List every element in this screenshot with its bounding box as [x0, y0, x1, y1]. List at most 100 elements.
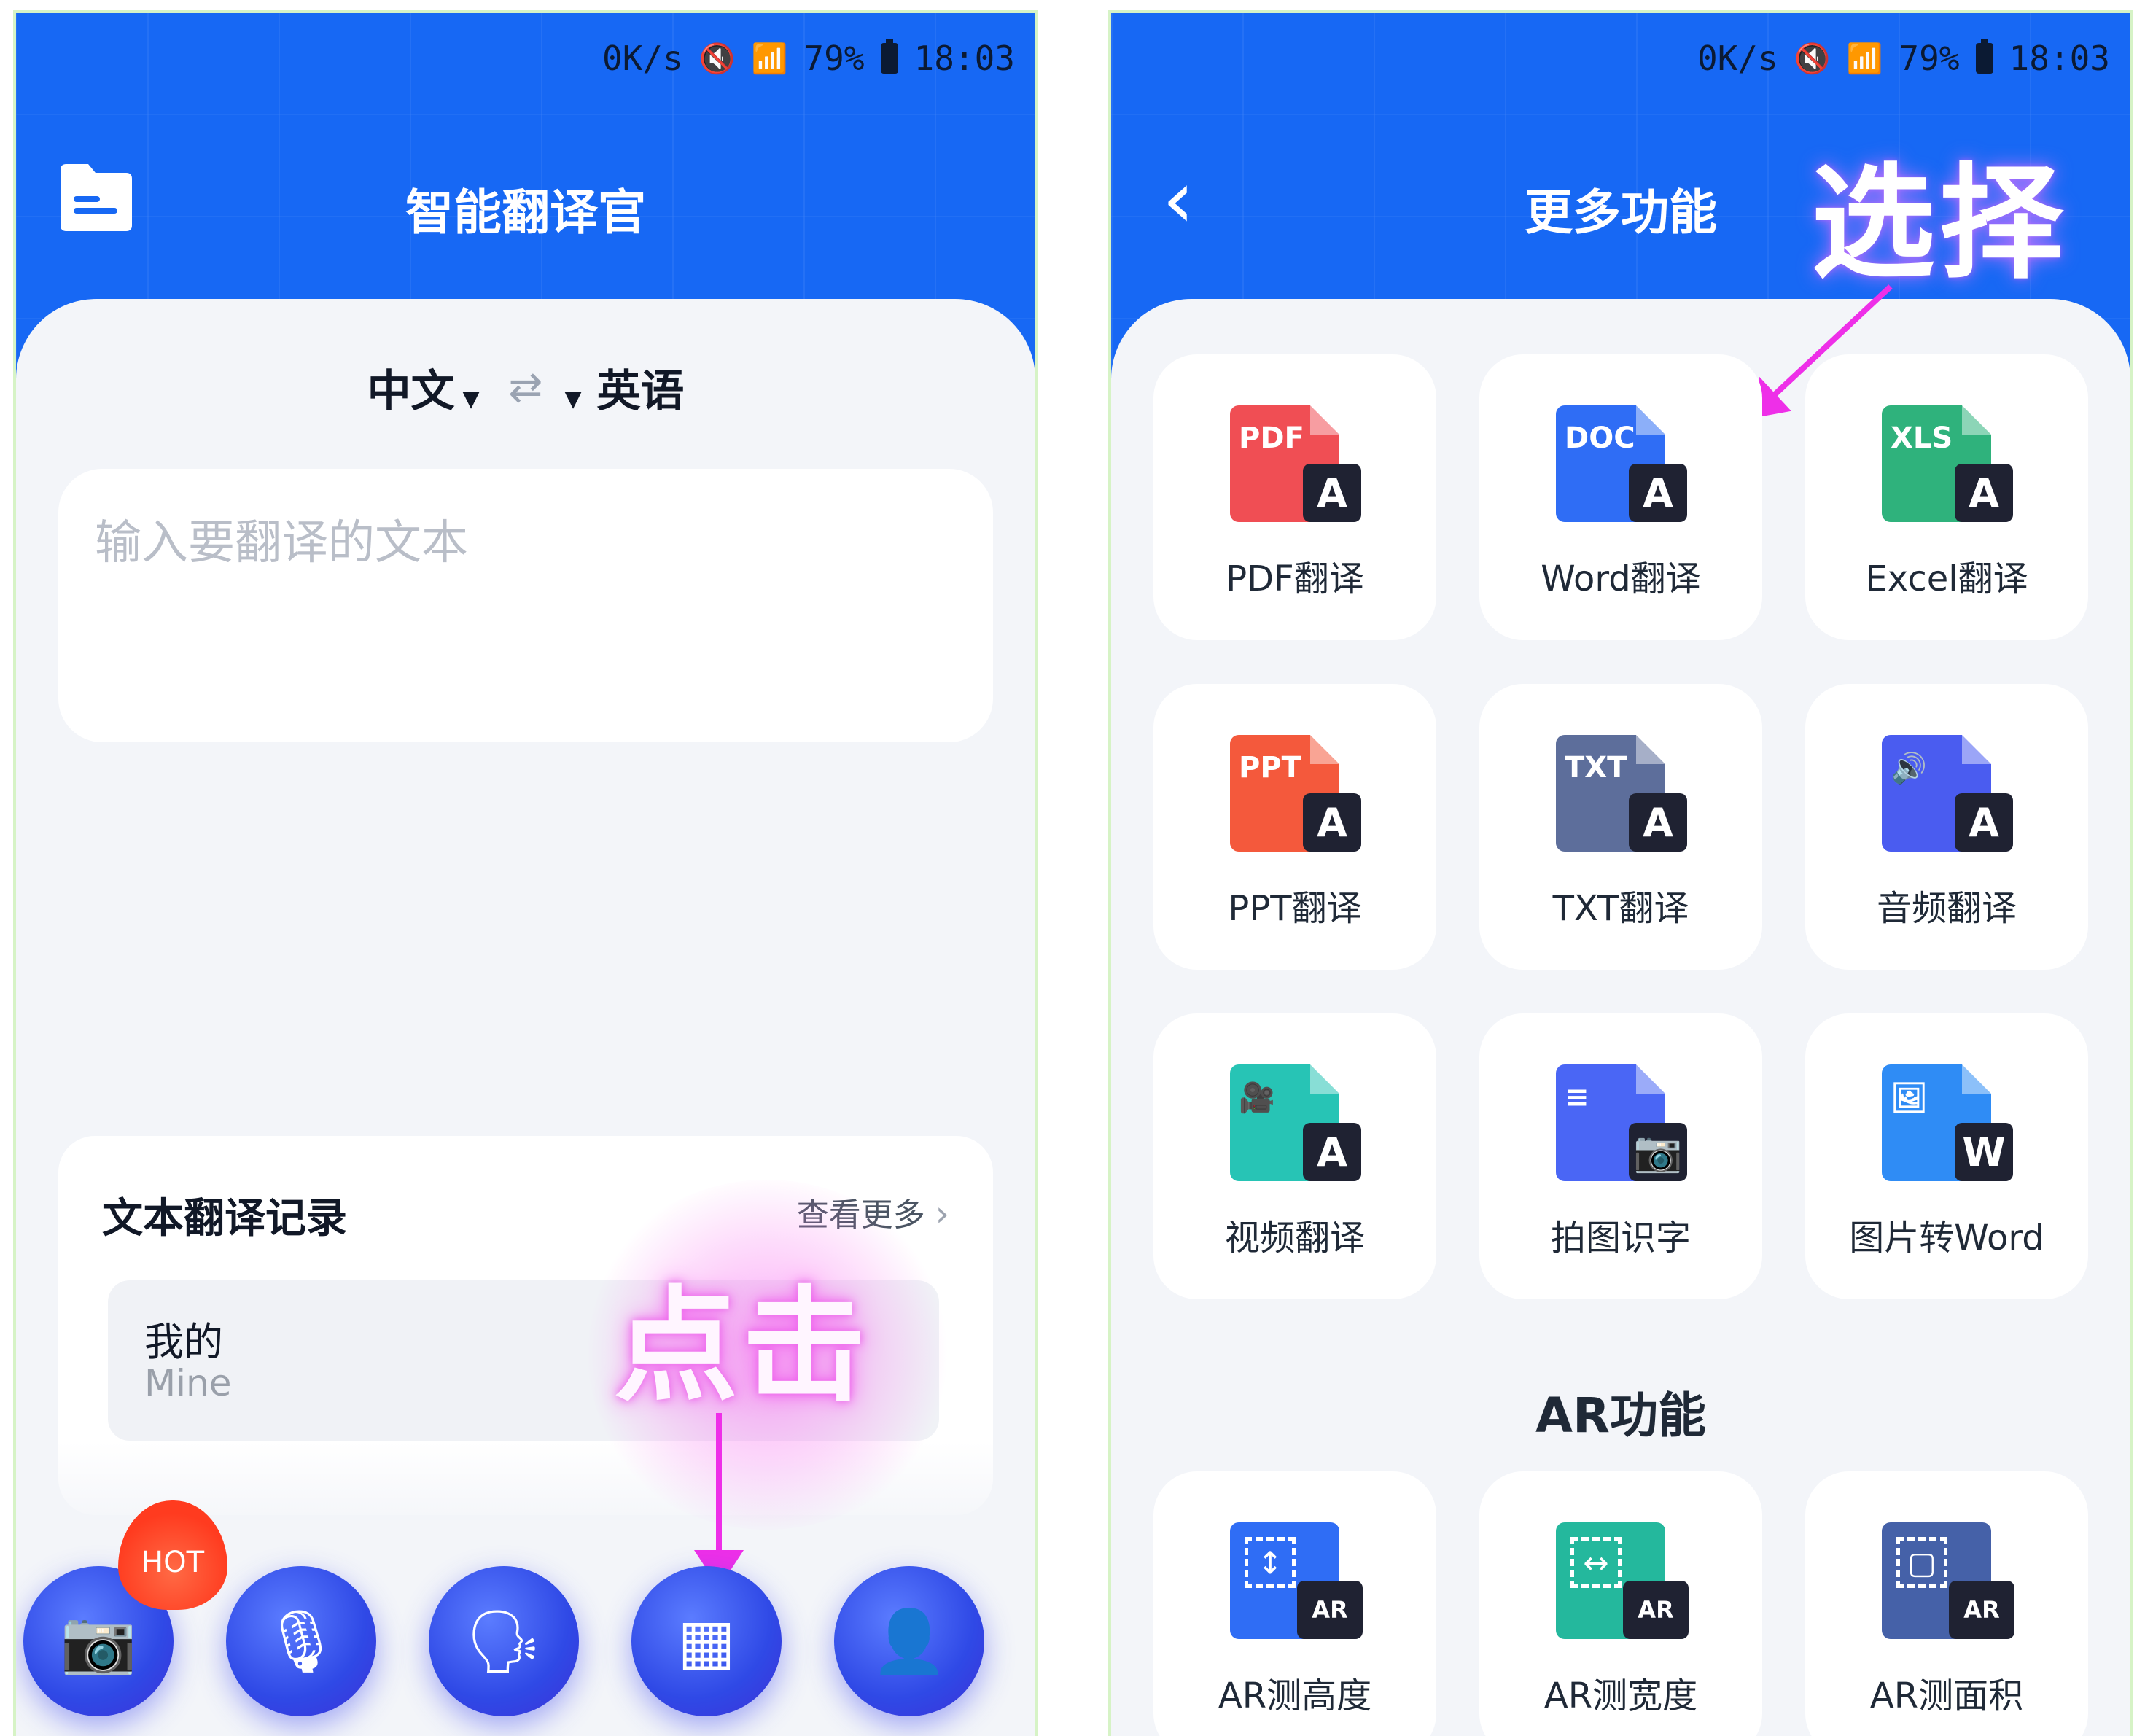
- mute-vibrate-icon: 🔇: [698, 42, 736, 76]
- camera-icon: 📷: [60, 1605, 137, 1677]
- feature-label: Excel翻译: [1865, 558, 2028, 599]
- battery-icon: [1975, 39, 1993, 74]
- translate-badge-icon: A: [1955, 464, 2013, 522]
- voice-person-icon: 🗣: [464, 1605, 543, 1677]
- file-type-text: 🔊: [1891, 752, 1927, 785]
- file-type-text: XLS: [1891, 421, 1953, 455]
- translate-badge-icon: A: [1955, 793, 2013, 852]
- feature-label: 音频翻译: [1876, 888, 2017, 929]
- phone-screen-more: 0K/s 🔇 📶 79% 18:03 ‹ 更多功能 选择 PDF A PDF翻译 DO…: [1111, 13, 2130, 1736]
- file-type-icon: PDF A: [1230, 405, 1361, 522]
- page-fold: [1310, 405, 1339, 435]
- feature-tile[interactable]: 🎥 A 视频翻译: [1153, 1013, 1436, 1299]
- feature-tile[interactable]: 🖼 W 图片转Word: [1805, 1013, 2088, 1299]
- feature-label: AR测宽度: [1543, 1675, 1698, 1716]
- page-fold: [1962, 405, 1991, 435]
- feature-label: TXT翻译: [1552, 888, 1689, 929]
- feature-tile[interactable]: PDF A PDF翻译: [1153, 354, 1436, 640]
- file-type-text: TXT: [1565, 751, 1627, 785]
- target-language[interactable]: ▼ 英语: [564, 356, 685, 419]
- microphone-icon: 🎙: [262, 1605, 340, 1677]
- ar-badge: AR: [1297, 1581, 1363, 1639]
- chevron-right-icon: ›: [935, 1194, 949, 1234]
- ar-measure-icon: ↕ AR: [1230, 1522, 1363, 1639]
- measure-frame-icon: ▢: [1896, 1537, 1947, 1588]
- nav-profile-button[interactable]: 👤: [834, 1566, 984, 1716]
- feature-label: PPT翻译: [1228, 888, 1362, 929]
- page-fold: [1636, 735, 1665, 764]
- ar-section-title: AR功能: [1535, 1387, 1706, 1444]
- page-fold: [1310, 735, 1339, 764]
- caret-down-icon: ▼: [462, 386, 480, 412]
- ar-badge: AR: [1623, 1581, 1689, 1639]
- file-type-icon: 🔊 A: [1882, 735, 2013, 852]
- feature-label: 视频翻译: [1224, 1218, 1365, 1258]
- file-type-icon: XLS A: [1882, 405, 2013, 522]
- feature-tile[interactable]: DOC A Word翻译: [1479, 354, 1762, 640]
- history-item-translation: Mine: [144, 1362, 232, 1404]
- page-fold: [1962, 1064, 1991, 1094]
- page-fold: [1962, 735, 1991, 764]
- feature-label: 拍图识字: [1550, 1218, 1691, 1258]
- file-type-icon: ≡ 📷: [1556, 1064, 1687, 1181]
- target-language-label: 英语: [596, 366, 685, 417]
- translate-badge-icon: A: [1303, 1123, 1361, 1181]
- nav-voice-button[interactable]: 🎙: [226, 1566, 376, 1716]
- feature-tile[interactable]: ≡ 📷 拍图识字: [1479, 1013, 1762, 1299]
- feature-tile[interactable]: XLS A Excel翻译: [1805, 354, 2088, 640]
- file-type-text: PDF: [1239, 421, 1304, 455]
- hot-badge-label: HOT: [141, 1546, 204, 1579]
- file-type-icon: TXT A: [1556, 735, 1687, 852]
- history-title: 文本翻译记录: [102, 1195, 347, 1242]
- feature-tile[interactable]: 🔊 A 音频翻译: [1805, 684, 2088, 970]
- file-type-text: 🎥: [1239, 1081, 1275, 1115]
- wifi-icon: 📶: [1846, 42, 1883, 76]
- translate-badge-icon: A: [1629, 464, 1687, 522]
- network-speed: 0K/s: [1697, 39, 1778, 78]
- caret-down-icon: ▼: [564, 386, 582, 412]
- ar-feature-tile[interactable]: ↔ AR AR测宽度: [1479, 1471, 1762, 1736]
- clock: 18:03: [2009, 39, 2110, 78]
- feature-label: PDF翻译: [1226, 558, 1364, 599]
- swap-icon[interactable]: ⇄: [509, 364, 543, 411]
- page-fold: [1636, 405, 1665, 435]
- translate-badge-icon: A: [1303, 793, 1361, 852]
- battery-percent: 79%: [1899, 39, 1960, 78]
- file-type-icon: DOC A: [1556, 405, 1687, 522]
- hot-badge: HOT: [118, 1500, 227, 1610]
- status-bar: 0K/s 🔇 📶 79% 18:03: [1697, 29, 2110, 87]
- nav-conversation-button[interactable]: 🗣: [429, 1566, 579, 1716]
- translate-badge-icon: A: [1629, 793, 1687, 852]
- annotation-click-label: 点击: [614, 1274, 871, 1419]
- file-type-icon: 🎥 A: [1230, 1064, 1361, 1181]
- translate-badge-icon: 📷: [1629, 1123, 1687, 1181]
- ar-feature-tile[interactable]: ▢ AR AR测面积: [1805, 1471, 2088, 1736]
- history-item-source: 我的: [144, 1319, 223, 1365]
- status-bar: 0K/s 🔇 📶 79% 18:03: [602, 29, 1015, 87]
- feature-label: 图片转Word: [1849, 1218, 2044, 1258]
- file-type-icon: 🖼 W: [1882, 1064, 2013, 1181]
- ar-badge: AR: [1949, 1581, 2014, 1639]
- source-language-label: 中文: [367, 366, 455, 417]
- page-title: 智能翻译官: [405, 184, 646, 241]
- ar-measure-icon: ▢ AR: [1882, 1522, 2014, 1639]
- translate-badge-icon: W: [1955, 1123, 2013, 1181]
- translate-input[interactable]: 输入要翻译的文本: [58, 469, 993, 742]
- clock: 18:03: [914, 39, 1015, 78]
- ar-measure-icon: ↔ AR: [1556, 1522, 1689, 1639]
- measure-frame-icon: ↕: [1245, 1537, 1296, 1588]
- file-type-text: PPT: [1239, 751, 1301, 785]
- nav-more-button[interactable]: ▦: [631, 1566, 782, 1716]
- page-fold: [1310, 1064, 1339, 1094]
- feature-tile[interactable]: TXT A TXT翻译: [1479, 684, 1762, 970]
- ar-feature-tile[interactable]: ↕ AR AR测高度: [1153, 1471, 1436, 1736]
- battery-icon: [880, 39, 898, 74]
- wifi-icon: 📶: [751, 42, 788, 76]
- source-language[interactable]: 中文 ▼: [367, 356, 480, 419]
- file-type-text: DOC: [1565, 421, 1635, 455]
- file-type-text: ≡: [1565, 1081, 1589, 1114]
- phone-screen-home: 0K/s 🔇 📶 79% 18:03 智能翻译官 中文 ▼ ⇄ ▼ 英语 输入要…: [16, 13, 1035, 1736]
- battery-percent: 79%: [803, 39, 865, 78]
- annotation-arrow: [694, 1413, 744, 1588]
- feature-tile[interactable]: PPT A PPT翻译: [1153, 684, 1436, 970]
